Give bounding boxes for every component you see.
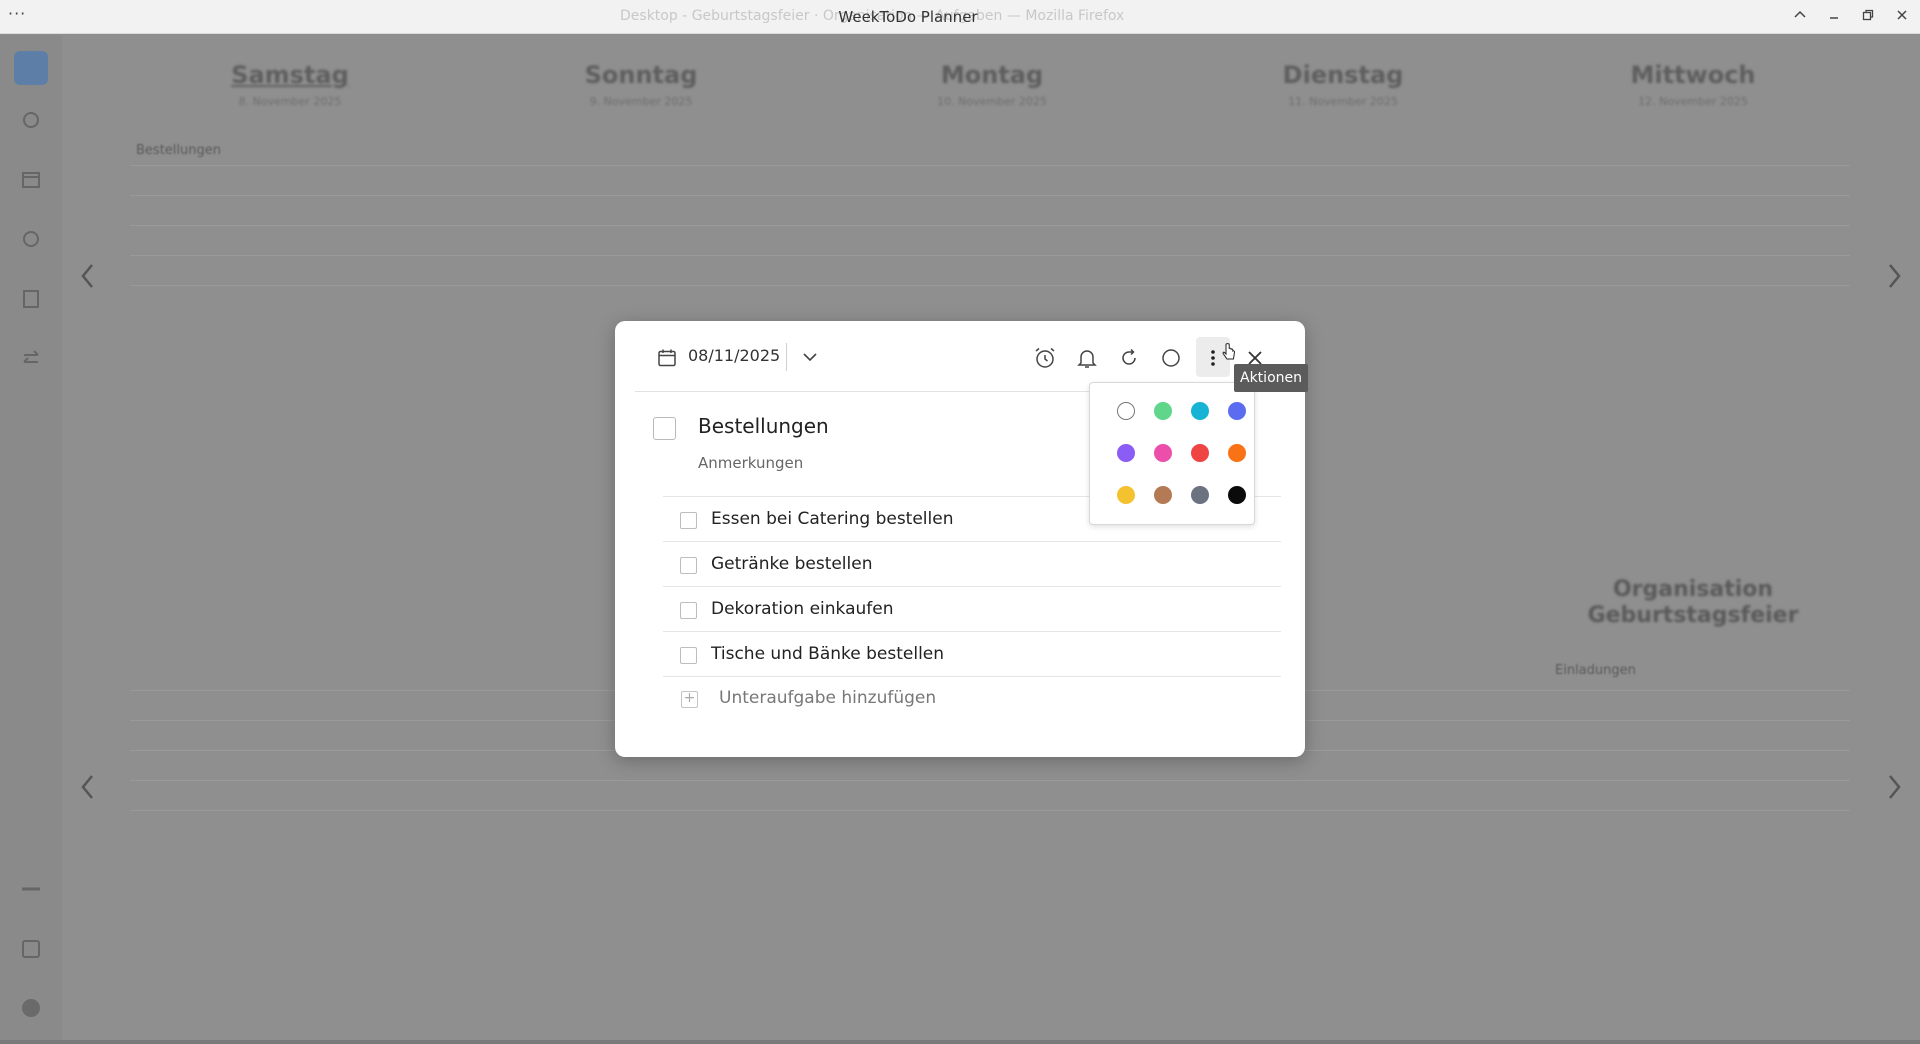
custom-list-title: Organisation Geburtstagsfeier (1533, 577, 1853, 629)
custom-list-title-line: Organisation (1612, 577, 1774, 602)
window-up-icon[interactable] (1789, 6, 1811, 28)
color-swatch-pink[interactable] (1154, 444, 1172, 462)
color-swatch-cyan[interactable] (1191, 402, 1209, 420)
color-swatch-black[interactable] (1228, 486, 1246, 504)
day-date: 11. November 2025 (1288, 95, 1398, 108)
color-swatch-gray[interactable] (1191, 486, 1209, 504)
bell-icon[interactable] (1074, 345, 1100, 371)
swap-icon[interactable] (19, 347, 43, 371)
day-date: 8. November 2025 (238, 95, 342, 108)
subtask-label[interactable]: Getränke bestellen (711, 554, 873, 574)
minimize-icon[interactable] (1823, 6, 1845, 28)
task-title[interactable]: Bestellungen (698, 414, 829, 438)
divider (130, 225, 1850, 226)
window-titlebar: ··· Desktop - Geburtstagsfeier · Organis… (0, 0, 1920, 34)
sidebar (0, 35, 62, 1044)
plus-icon[interactable]: + (681, 691, 698, 708)
info-icon[interactable] (19, 938, 43, 962)
day-column-header: Dienstag 11. November 2025 (1193, 61, 1493, 108)
next-week-arrow-icon[interactable] (1884, 260, 1904, 300)
day-name: Montag (940, 61, 1044, 89)
day-name: Mittwoch (1630, 61, 1756, 89)
subtask-label[interactable]: Essen bei Catering bestellen (711, 509, 953, 529)
subtask-row[interactable]: Getränke bestellen (663, 542, 1281, 587)
subtask-checkbox[interactable] (680, 602, 697, 619)
day-column-header: Mittwoch 12. November 2025 (1543, 61, 1843, 108)
task-complete-checkbox[interactable] (653, 417, 676, 440)
day-name: Dienstag (1282, 61, 1404, 89)
divider (130, 285, 1850, 286)
day-date: 10. November 2025 (937, 95, 1047, 108)
actions-tooltip: Aktionen (1234, 364, 1308, 392)
divider (786, 343, 787, 371)
divider (130, 165, 1850, 166)
subtask-checkbox[interactable] (680, 557, 697, 574)
color-swatch-yellow[interactable] (1117, 486, 1135, 504)
color-picker-popover (1089, 382, 1255, 525)
color-swatch-red[interactable] (1191, 444, 1209, 462)
settings-icon[interactable] (19, 997, 43, 1021)
color-swatch-purple[interactable] (1117, 444, 1135, 462)
calendar-icon[interactable] (657, 348, 677, 368)
sync-icon[interactable] (19, 228, 43, 252)
day-date: 9. November 2025 (589, 95, 693, 108)
previous-list-arrow-icon[interactable] (78, 771, 98, 811)
day-name: Sonntag (584, 61, 698, 89)
divider (130, 195, 1850, 196)
color-swatch-none[interactable] (1117, 402, 1135, 420)
day-column-header: Samstag 8. November 2025 (140, 61, 440, 108)
chevron-down-icon[interactable] (798, 345, 822, 369)
alarm-clock-icon[interactable] (1032, 345, 1058, 371)
bottom-edge (0, 1040, 1920, 1044)
divider (130, 810, 1850, 811)
subtask-label[interactable]: Tische und Bänke bestellen (711, 644, 944, 664)
clipboard-icon[interactable] (19, 287, 43, 311)
today-icon[interactable] (19, 109, 43, 133)
hand-cursor-icon (1222, 343, 1236, 363)
day-name: Samstag (231, 61, 349, 89)
repeat-icon[interactable] (1116, 345, 1142, 371)
day-column-header: Sonntag 9. November 2025 (491, 61, 791, 108)
minus-icon[interactable] (19, 878, 43, 902)
color-swatch-brown[interactable] (1154, 486, 1172, 504)
next-list-arrow-icon[interactable] (1884, 771, 1904, 811)
previous-week-arrow-icon[interactable] (78, 260, 98, 300)
custom-list-title-line: Geburtstagsfeier (1587, 603, 1799, 628)
color-swatch-orange[interactable] (1228, 444, 1246, 462)
window-title: WeekToDo Planner (838, 8, 978, 26)
subtask-label[interactable]: Dekoration einkaufen (711, 599, 893, 619)
day-column-header: Montag 10. November 2025 (842, 61, 1142, 108)
subtask-checkbox[interactable] (680, 512, 697, 529)
app-logo-icon (14, 51, 48, 85)
subtask-row[interactable]: Tische und Bänke bestellen (663, 632, 1281, 677)
color-circle-icon[interactable] (1158, 345, 1184, 371)
maximize-icon[interactable] (1857, 6, 1879, 28)
subtask-row[interactable]: Dekoration einkaufen (663, 587, 1281, 632)
day-date: 12. November 2025 (1638, 95, 1748, 108)
divider (130, 780, 1850, 781)
close-window-icon[interactable] (1891, 6, 1913, 28)
calendar-task[interactable]: Einladungen (1555, 663, 1636, 678)
notes-field[interactable]: Anmerkungen (698, 454, 803, 472)
add-subtask-input[interactable]: Unteraufgabe hinzufügen (719, 688, 936, 708)
task-date[interactable]: 08/11/2025 (688, 346, 780, 365)
color-swatch-green[interactable] (1154, 402, 1172, 420)
subtask-checkbox[interactable] (680, 647, 697, 664)
color-swatch-blue[interactable] (1228, 402, 1246, 420)
divider (130, 255, 1850, 256)
calendar-icon[interactable] (19, 168, 43, 192)
calendar-task[interactable]: Bestellungen (136, 143, 221, 158)
